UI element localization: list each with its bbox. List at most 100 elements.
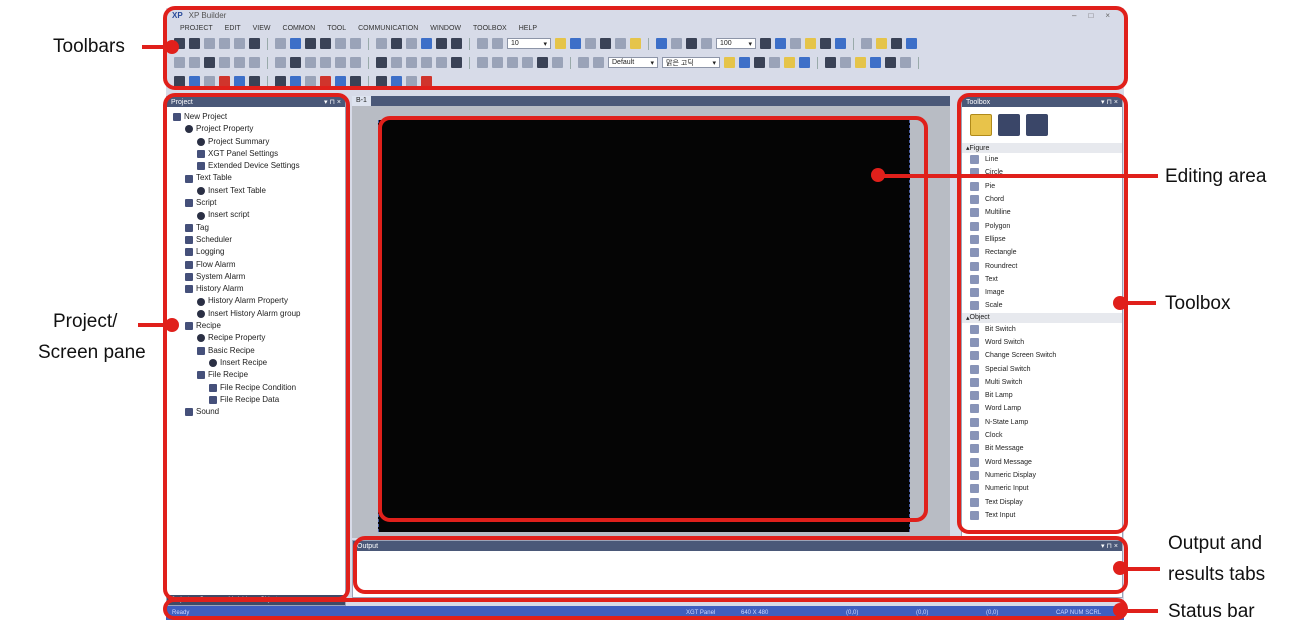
tree-item[interactable]: Extended Device Settings	[169, 160, 343, 172]
list-view-icon[interactable]	[998, 114, 1020, 136]
row3-tool-icon[interactable]	[350, 76, 361, 87]
row1b-tool-icon[interactable]	[656, 38, 667, 49]
menu-item-help[interactable]: HELP	[519, 25, 537, 32]
tree-item[interactable]: Insert Recipe	[169, 357, 343, 369]
toolbox-item-pie[interactable]: Pie	[962, 180, 1122, 193]
row1b-tool-icon[interactable]	[671, 38, 682, 49]
row1-tool-icon[interactable]	[189, 38, 200, 49]
tree-item[interactable]: Project Property	[169, 123, 343, 135]
tree-item[interactable]: System Alarm	[169, 271, 343, 283]
row3-tool-icon[interactable]	[320, 76, 331, 87]
tab-project[interactable]: Project	[171, 597, 190, 603]
row2-tool-icon[interactable]	[391, 57, 402, 68]
row3-tool-icon[interactable]	[234, 76, 245, 87]
select-pointer-icon[interactable]	[970, 114, 992, 136]
tab-object[interactable]: Object	[260, 597, 277, 603]
row1b-tool-icon[interactable]	[585, 38, 596, 49]
row2b-tool-icon[interactable]	[784, 57, 795, 68]
tree-item[interactable]: Sound	[169, 406, 343, 418]
row1c-tool-icon[interactable]	[835, 38, 846, 49]
tree-item[interactable]: Script	[169, 197, 343, 209]
row3-tool-icon[interactable]	[174, 76, 185, 87]
row2-tool-icon[interactable]	[174, 57, 185, 68]
row1-tool-icon[interactable]	[234, 38, 245, 49]
tree-item[interactable]: Logging	[169, 246, 343, 258]
row2-tool-icon[interactable]	[275, 57, 286, 68]
tab-screen[interactable]: B-1	[352, 96, 371, 106]
row1-tool-icon[interactable]	[204, 38, 215, 49]
row1c-tool-icon[interactable]	[760, 38, 771, 49]
row1-tool-icon[interactable]	[335, 38, 346, 49]
toolbox-item-n-state-lamp[interactable]: N-State Lamp	[962, 416, 1122, 429]
row1-tool-icon[interactable]	[376, 38, 387, 49]
toolbox-item-chord[interactable]: Chord	[962, 193, 1122, 206]
row1-tool-icon[interactable]	[436, 38, 447, 49]
tree-item[interactable]: Basic Recipe	[169, 345, 343, 357]
row2-tool-icon[interactable]	[436, 57, 447, 68]
row2-tool-icon[interactable]	[320, 57, 331, 68]
row2-tool-icon[interactable]	[406, 57, 417, 68]
row1-tool-icon[interactable]	[492, 38, 503, 49]
row2b-tool-icon[interactable]	[799, 57, 810, 68]
tree-item[interactable]: History Alarm Property	[169, 295, 343, 307]
zoom-combo[interactable]: 100 ▾	[716, 38, 756, 49]
tab-screen[interactable]: Screen	[200, 597, 219, 603]
row1-tool-icon[interactable]	[275, 38, 286, 49]
toolbox-item-multiline[interactable]: Multiline	[962, 206, 1122, 219]
row2-tool-icon[interactable]	[492, 57, 503, 68]
toolbox-item-bit-switch[interactable]: Bit Switch	[962, 323, 1122, 336]
toolbox-item-text[interactable]: Text	[962, 273, 1122, 286]
row1c-tool-icon[interactable]	[805, 38, 816, 49]
toolbox-item-word-message[interactable]: Word Message	[962, 456, 1122, 469]
row2b-tool-icon[interactable]	[769, 57, 780, 68]
pin-icon[interactable]: ▾ ⊓ ×	[1101, 98, 1118, 106]
style-combo[interactable]: Default ▾	[608, 57, 658, 68]
row1-tool-icon[interactable]	[320, 38, 331, 49]
toolbox-item-change-screen-switch[interactable]: Change Screen Switch	[962, 349, 1122, 362]
tree-item[interactable]: Insert History Alarm group	[169, 308, 343, 320]
menu-item-communication[interactable]: COMMUNICATION	[358, 25, 418, 32]
screen-canvas[interactable]	[378, 120, 910, 532]
toolbox-item-roundrect[interactable]: Roundrect	[962, 259, 1122, 272]
row2-tool-icon[interactable]	[507, 57, 518, 68]
toolbox-item-word-lamp[interactable]: Word Lamp	[962, 402, 1122, 415]
size-combo[interactable]: 10 ▾	[507, 38, 551, 49]
toolbox-item-bit-message[interactable]: Bit Message	[962, 442, 1122, 455]
row2-tool-icon[interactable]	[477, 57, 488, 68]
tree-item[interactable]: Insert script	[169, 209, 343, 221]
row2-tool-icon[interactable]	[350, 57, 361, 68]
row2b-tool-icon[interactable]	[855, 57, 866, 68]
row3-tool-icon[interactable]	[335, 76, 346, 87]
menu-item-view[interactable]: VIEW	[253, 25, 271, 32]
row1-tool-icon[interactable]	[219, 38, 230, 49]
row2b-tool-icon[interactable]	[754, 57, 765, 68]
pin-icon[interactable]: ▾ ⊓ ×	[324, 98, 341, 106]
row2b-tool-icon[interactable]	[885, 57, 896, 68]
row3-tool-icon[interactable]	[406, 76, 417, 87]
tree-item[interactable]: Recipe Property	[169, 332, 343, 344]
row2b-tool-icon[interactable]	[900, 57, 911, 68]
row2b-tool-icon[interactable]	[825, 57, 836, 68]
row3-tool-icon[interactable]	[249, 76, 260, 87]
row1b-tool-icon[interactable]	[701, 38, 712, 49]
menu-item-common[interactable]: COMMON	[283, 25, 316, 32]
row2b-tool-icon[interactable]	[840, 57, 851, 68]
row1-tool-icon[interactable]	[249, 38, 260, 49]
tree-item[interactable]: Project Summary	[169, 136, 343, 148]
tree-item[interactable]: File Recipe Condition	[169, 382, 343, 394]
row2b-tool-icon[interactable]	[739, 57, 750, 68]
tree-item[interactable]: Recipe	[169, 320, 343, 332]
row1b-tool-icon[interactable]	[555, 38, 566, 49]
toolbox-item-scale[interactable]: Scale	[962, 299, 1122, 312]
tree-item[interactable]: File Recipe	[169, 369, 343, 381]
menu-item-edit[interactable]: EDIT	[225, 25, 241, 32]
row1b-tool-icon[interactable]	[600, 38, 611, 49]
tab-variable[interactable]: Variable	[229, 597, 251, 603]
row1-tool-icon[interactable]	[391, 38, 402, 49]
row3-tool-icon[interactable]	[290, 76, 301, 87]
minimize-icon[interactable]: –	[1072, 11, 1076, 20]
row1c-tool-icon[interactable]	[891, 38, 902, 49]
row1b-tool-icon[interactable]	[686, 38, 697, 49]
toolbox-item-multi-switch[interactable]: Multi Switch	[962, 376, 1122, 389]
row2-tool-icon[interactable]	[249, 57, 260, 68]
